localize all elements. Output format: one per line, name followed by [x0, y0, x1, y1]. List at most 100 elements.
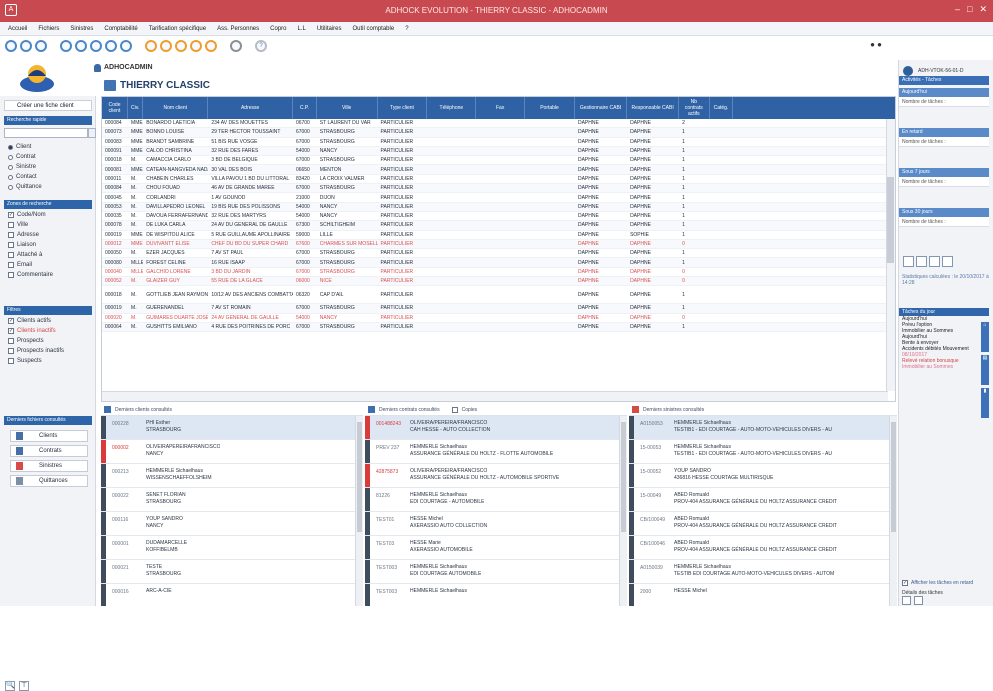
grid-col-header[interactable]: Type client	[378, 97, 428, 119]
shortcut-2[interactable]: Sinistres	[10, 460, 88, 472]
pane-scroll-thumb[interactable]	[621, 422, 626, 532]
pane-scrollbar[interactable]	[355, 416, 363, 606]
table-row[interactable]: 000064 M. GUSHITTS EMILIANO 4 RUE DES POITR…	[102, 322, 895, 333]
phone-icon[interactable]	[175, 40, 187, 52]
maximize-button[interactable]: □	[967, 4, 972, 15]
menu-item-7[interactable]: L.L	[297, 26, 305, 32]
zone-checkbox[interactable]: ✓	[8, 212, 14, 218]
table-row[interactable]: 000018 M. GOTTLIEB JEAN RAYMOND 10/12 AV DE…	[102, 286, 895, 305]
list-item[interactable]: PREV 237 HEMMERLE Sichaelhaus ASSURANCE GÉ…	[365, 440, 627, 464]
table-row[interactable]: 000050 M. EZER JACQUES 7 AV ST PAUL 67000 STR…	[102, 249, 895, 259]
grid-col-header[interactable]: Gestionnaire CABI	[575, 97, 628, 119]
table-row[interactable]: 000045 M. CORLANDRI 1 AV GOUNOD 21000 DIJON PA…	[102, 193, 895, 203]
alert-block-header[interactable]: Sous 7 jours	[899, 168, 989, 177]
list-item[interactable]: 000001 DUDAMARCELLE KOFFIBELMB	[101, 536, 363, 560]
filter-tasks-icon[interactable]	[902, 596, 911, 605]
table-row[interactable]: 000012 MME DUVIVANTT ELISE CHEF DU BD DU SU…	[102, 239, 895, 250]
zone-option[interactable]: Commentaire	[8, 272, 53, 278]
menu-item-3[interactable]: Comptabilité	[104, 26, 137, 32]
documents-icon[interactable]	[120, 40, 132, 52]
list-item[interactable]: CB/100046 ABED Romuald PROV-404 ASSURANCE …	[629, 536, 897, 560]
calendar-icon[interactable]	[160, 40, 172, 52]
nav-back-icon[interactable]	[5, 40, 17, 52]
table-row[interactable]: 000081 MME CATEAN-NANGVEDA NADALI 30 VAL DE…	[102, 165, 895, 175]
grid-col-header[interactable]: Téléphone	[427, 97, 477, 119]
menu-item-10[interactable]: ?	[405, 26, 408, 32]
table-row[interactable]: 000083 MME BRANDT SAMBRINE 51 BIS RUE VOSGE…	[102, 138, 895, 147]
list-item[interactable]: TEST003 HEMMERLE Sichaelhaus EDI COURTAGE …	[365, 560, 627, 584]
table-row[interactable]: 000019 M. GUERENANDEL 7 AV ST ROMAIN 67000 ST…	[102, 304, 895, 314]
menu-item-9[interactable]: Outil comptable	[353, 26, 395, 32]
create-client-button[interactable]: Créer une fiche client	[4, 100, 92, 111]
zone-option[interactable]: Attaché à	[8, 252, 42, 258]
settings-icon[interactable]	[230, 40, 242, 52]
filter-option[interactable]: ✓ Clients inactifs	[8, 328, 56, 334]
table-row[interactable]: 000053 M. DAVILLAPEDRO LEONEL 19 BIS RUE DE…	[102, 202, 895, 212]
list-item[interactable]: 000116 YOUP SANDRO NANCY	[101, 512, 363, 536]
pane-scrollbar[interactable]	[619, 416, 627, 606]
search-dropdown-icon[interactable]	[88, 128, 96, 138]
chart-icon[interactable]	[205, 40, 217, 52]
table-row[interactable]: 000091 MME CALOD CHRISTINA 32 RUE DES FARES…	[102, 146, 895, 157]
shortcut-1[interactable]: Contrats	[10, 445, 88, 457]
pane-scrollbar[interactable]	[889, 416, 897, 606]
filter-checkbox[interactable]	[8, 358, 14, 364]
zone-checkbox[interactable]	[8, 252, 14, 258]
table-row[interactable]: 000040 MLLE GALCHIO LORENE 3 BD DU JARDIN 67…	[102, 268, 895, 278]
alert-block-header[interactable]: En retard	[899, 128, 989, 137]
table-row[interactable]: 000073 MME BONNO LOUISE 29 TER HECTOR TOUSS…	[102, 128, 895, 138]
filter-checkbox[interactable]: ✓	[8, 328, 14, 334]
pane-scroll-thumb[interactable]	[891, 422, 896, 532]
grid-col-header[interactable]: Adresse	[208, 97, 293, 119]
menu-item-1[interactable]: Fichiers	[38, 26, 59, 32]
table-row[interactable]: 000080 MLLE FOREST CELINE 16 RUE ISAAP 67000…	[102, 258, 895, 268]
print-tasks-icon[interactable]	[914, 596, 923, 605]
side-tab-0[interactable]: ⌂	[981, 322, 989, 352]
filter-option[interactable]: Prospects	[8, 338, 44, 344]
zone-checkbox[interactable]	[8, 232, 14, 238]
list-item[interactable]: 000002 OLIVEIRAPEREIRAFRANCISCO NANCY	[101, 440, 363, 464]
search-type-radio[interactable]	[8, 154, 13, 160]
table-row[interactable]: 000052 M. GLAIZER GUY 55 RUE DE LA GLACE 060…	[102, 277, 895, 287]
grid-col-header[interactable]: Civ.	[128, 97, 144, 119]
grid-col-header[interactable]: Fax	[476, 97, 526, 119]
table-row[interactable]: 000018 M. CAMACCIA CARLO 3 BD DE BELGIQUE 67…	[102, 156, 895, 166]
search-type-radio[interactable]	[8, 164, 13, 170]
list-tasks-icon[interactable]	[929, 256, 940, 267]
minimize-button[interactable]: –	[955, 4, 960, 15]
table-row[interactable]: 000084 M. CHOU FOUAD 46 AV DE GRANDE MARÉE 6…	[102, 184, 895, 194]
menu-item-0[interactable]: Accueil	[8, 26, 27, 32]
search-type-sinistre[interactable]: Sinistre	[8, 164, 36, 170]
filter-option[interactable]: Prospects inactifs	[8, 348, 64, 354]
list-item[interactable]: 001488243 OLIVEIRA/PEREIRA/FRANCISCO CAH H…	[365, 416, 627, 440]
add-task-icon[interactable]	[903, 256, 914, 267]
copies-checkbox[interactable]	[451, 406, 458, 413]
premiums-icon[interactable]	[105, 40, 117, 52]
table-row[interactable]: 000011 M. CHABEIN CHARLES VILLA PAVOU 1 BD …	[102, 175, 895, 185]
grid-hscrollbar[interactable]	[102, 391, 888, 401]
search-type-client[interactable]: Client	[8, 144, 31, 150]
close-button[interactable]: ✕	[979, 4, 987, 15]
filter-option[interactable]: ✓ Clients actifs	[8, 318, 51, 324]
menu-item-4[interactable]: Tarification spécifique	[149, 26, 206, 32]
grid-col-header[interactable]: Ville	[317, 97, 378, 119]
list-item[interactable]: 42875873 OLIVEIRA/PEREIRA/FRANCISCO ASSURA…	[365, 464, 627, 488]
list-item[interactable]: A0150053 HEMMERLE Sichaelhaus TESTIB1 - ED…	[629, 416, 897, 440]
grid-col-header[interactable]: Catég.	[710, 97, 734, 119]
menu-item-5[interactable]: Ass. Personnes	[217, 26, 259, 32]
grid-col-header[interactable]: Responsable CABI	[627, 97, 680, 119]
grid-col-header[interactable]: Nom client	[143, 97, 209, 119]
list-item[interactable]: A0150039 HEMMERLE Sichaelhaus TESTIB EDI C…	[629, 560, 897, 584]
list-item[interactable]: 000022 SENET FLORIAN STRASBOURG	[101, 488, 363, 512]
side-tab-2[interactable]: ▮	[981, 388, 989, 418]
grid-col-header[interactable]: Nb contrats actifs	[679, 97, 710, 119]
grid-col-header[interactable]: Portable	[525, 97, 575, 119]
zone-option[interactable]: ✓ Code/Nom	[8, 212, 46, 218]
zone-option[interactable]: Adresse	[8, 232, 39, 238]
list-item[interactable]: 000016 ARC-A-CIE	[101, 584, 363, 606]
mail-icon[interactable]	[145, 40, 157, 52]
zone-option[interactable]: Ville	[8, 222, 28, 228]
edit-task-icon[interactable]	[916, 256, 927, 267]
search-type-radio[interactable]	[8, 184, 13, 190]
help-icon[interactable]: ?	[255, 40, 267, 52]
